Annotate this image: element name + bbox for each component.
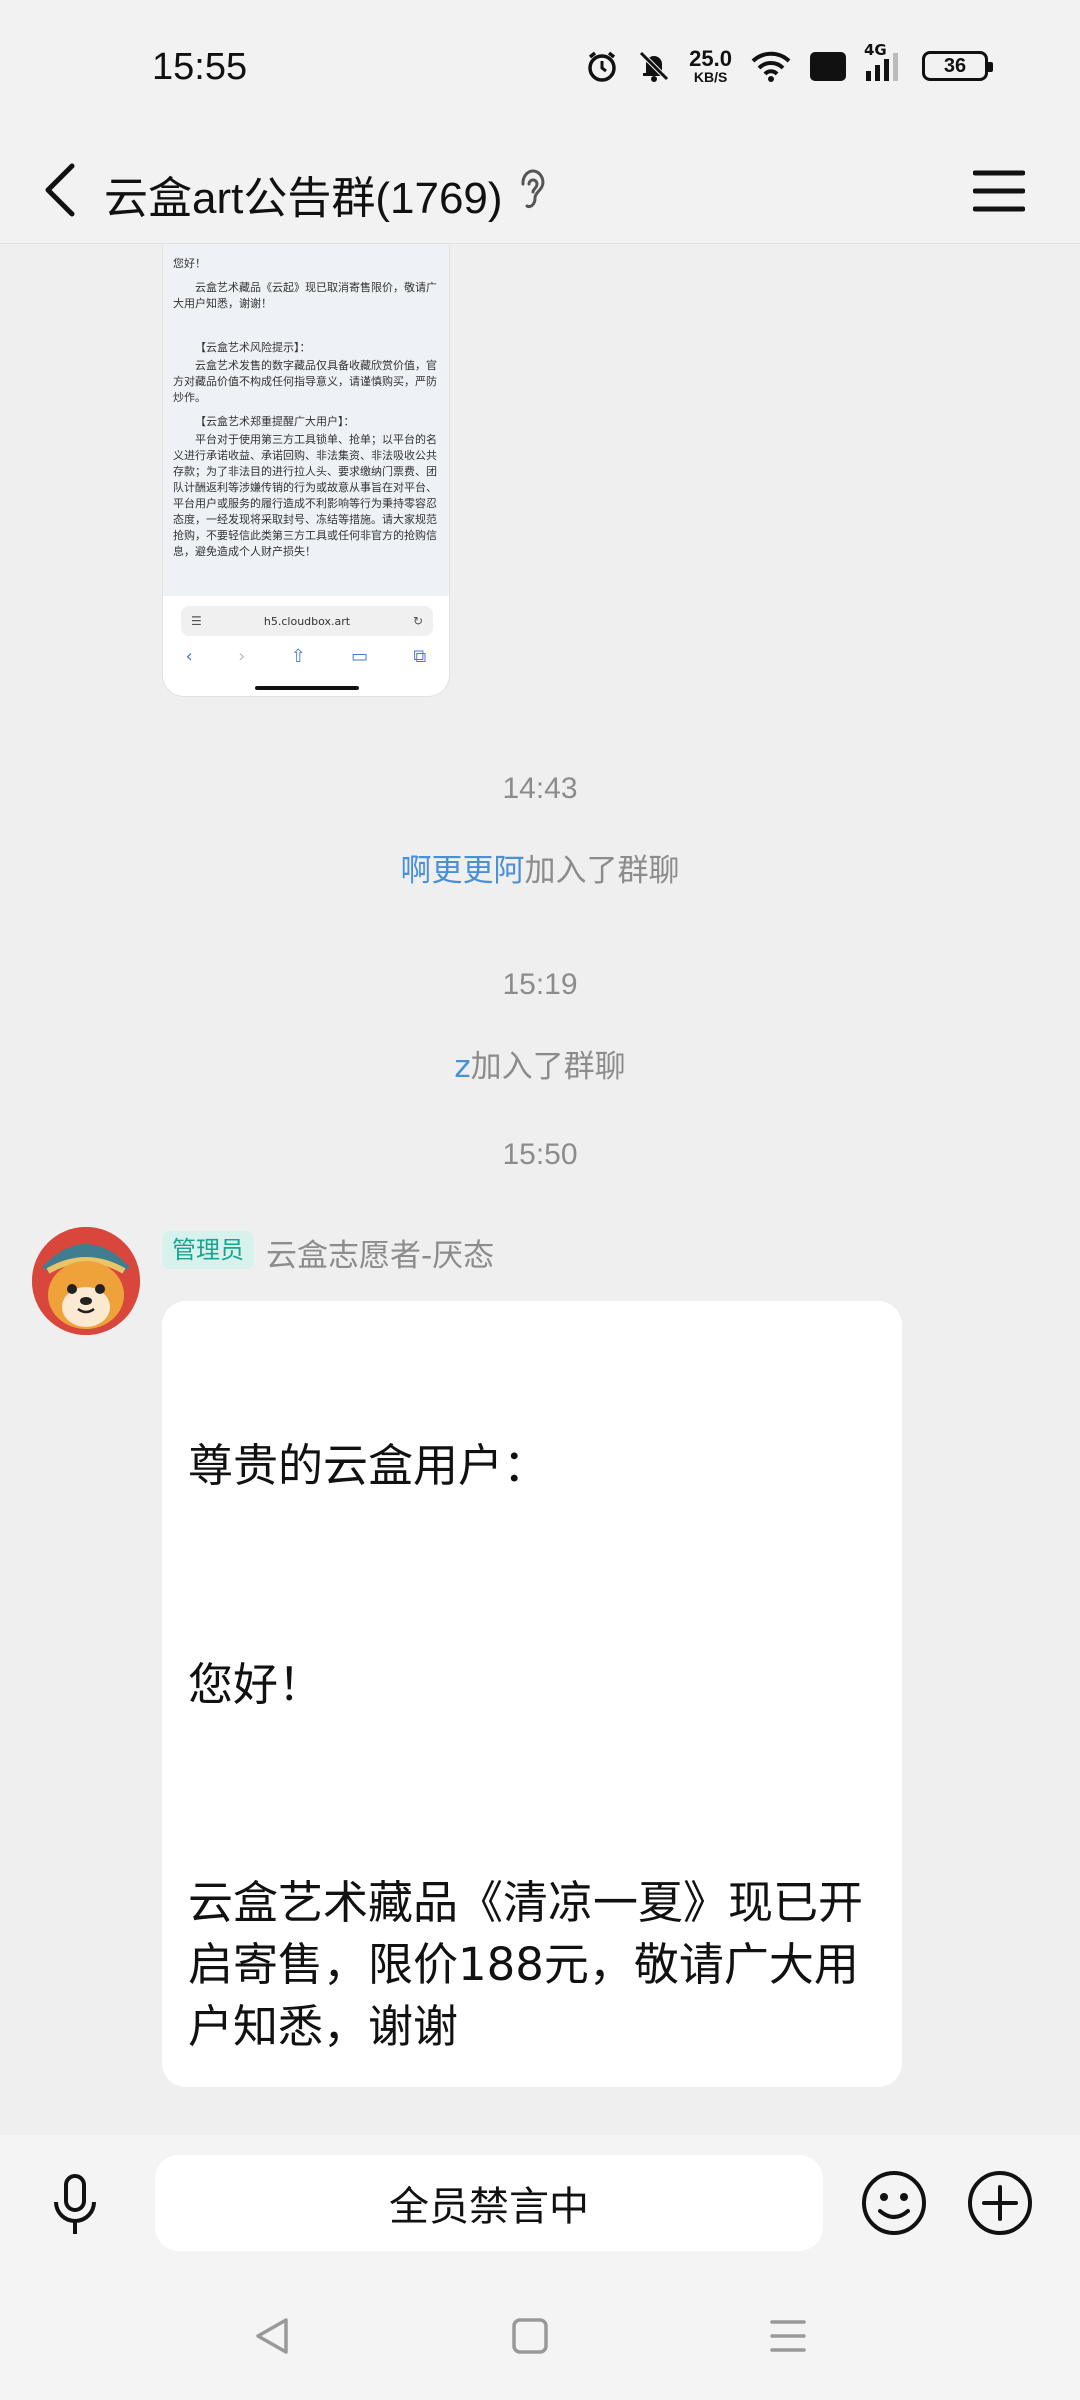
screenshot-line: 平台对于使用第三方工具锁单、抢单；以平台的名义进行承诺收益、承诺回购、非法集资、… — [173, 433, 437, 558]
mute-bell-icon — [637, 49, 671, 83]
plus-icon — [968, 2171, 1032, 2235]
screenshot-tabs-icon: ⧉ — [413, 646, 427, 667]
status-time: 15:55 — [152, 46, 248, 88]
battery-icon: 36 — [922, 51, 993, 81]
avatar[interactable] — [32, 1227, 140, 1335]
message-line: 启寄售，限价188元，敬请广大用 — [188, 1938, 859, 1991]
microphone-icon — [54, 2174, 96, 2234]
screenshot-forward-icon: › — [238, 646, 246, 667]
nav-home-button[interactable] — [500, 2306, 560, 2366]
timestamp: 15:50 — [502, 1138, 578, 1171]
alarm-icon — [585, 49, 619, 83]
nav-back-button[interactable] — [242, 2306, 302, 2366]
back-arrow-icon — [45, 163, 75, 217]
screenshot-text: 您好！ 云盒艺术藏品《云起》现已取消寄售限价，敬请广大用户知悉，谢谢！ 【云盒艺… — [163, 245, 449, 560]
message-line: 尊贵的云盒用户： — [188, 1439, 549, 1492]
screenshot-tab-icon: ☰ — [191, 614, 202, 628]
chat-title[interactable]: 云盒art公告群(1769) — [104, 162, 503, 226]
screenshot-browser-bar: ☰ h5.cloudbox.art ↻ ‹ › ⇧ ▭ ⧉ — [163, 596, 449, 696]
message-line: 您好！ — [188, 1658, 324, 1711]
voice-button[interactable] — [42, 2165, 108, 2245]
message-line: 云盒艺术藏品《清凉一夏》现已开 — [188, 1876, 864, 1929]
joined-user-link[interactable]: z — [454, 1049, 470, 1085]
message-line: 户知悉，谢谢 — [188, 2000, 459, 2053]
wifi-icon — [750, 49, 792, 83]
screenshot-url: h5.cloudbox.art — [263, 614, 351, 628]
menu-icon — [973, 170, 1025, 212]
screenshot-line: 云盒艺术发售的数字藏品仅具备收藏欣赏价值，官方对藏品价值不构成任何指导意义，请谨… — [173, 359, 437, 404]
status-bar: 15:55 25.0 KB/S HD 4G 36 — [0, 0, 1080, 140]
menu-button[interactable] — [966, 158, 1032, 224]
timestamp: 15:19 — [502, 968, 578, 1001]
shared-screenshot-image[interactable]: 您好！ 云盒艺术藏品《云起》现已取消寄售限价，敬请广大用户知悉，谢谢！ 【云盒艺… — [162, 245, 450, 697]
screenshot-home-indicator — [255, 686, 359, 690]
chat-header: 云盒art公告群(1769) — [0, 140, 1080, 244]
net-speed: 25.0 KB/S — [689, 46, 732, 85]
screenshot-back-icon: ‹ — [185, 646, 193, 667]
joined-user-link[interactable]: 啊更更阿 — [401, 853, 525, 889]
system-message-text: 加入了群聊 — [524, 853, 680, 889]
screenshot-reload-icon: ↻ — [412, 614, 423, 628]
ear-icon[interactable] — [515, 164, 549, 214]
system-message-text: 加入了群聊 — [470, 1049, 626, 1085]
system-nav-bar — [0, 2270, 1080, 2400]
message-bubble[interactable]: 尊贵的云盒用户： 您好！ 云盒艺术藏品《清凉一夏》现已开 启寄售，限价188元，… — [162, 1301, 902, 2087]
screenshot-share-icon: ⇧ — [290, 646, 306, 667]
emoji-button[interactable] — [858, 2167, 930, 2239]
screenshot-url-bar: ☰ h5.cloudbox.art ↻ — [181, 606, 433, 636]
admin-badge: 管理员 — [162, 1231, 254, 1269]
net-speed-value: 25.0 — [689, 46, 732, 71]
net-speed-unit: KB/S — [693, 69, 728, 85]
chat-area[interactable]: 您好！ 云盒艺术藏品《云起》现已取消寄售限价，敬请广大用户知悉，谢谢！ 【云盒艺… — [0, 245, 1080, 2135]
hd-badge: HD — [810, 51, 846, 81]
screenshot-line: 您好！ — [173, 257, 206, 270]
emoji-icon — [862, 2171, 926, 2235]
signal-label: 4G — [864, 41, 887, 59]
system-message: 啊更更阿加入了群聊 — [0, 845, 1080, 890]
nav-back-icon — [256, 2318, 288, 2354]
sender-name[interactable]: 云盒志愿者-厌态 — [266, 1230, 494, 1275]
battery-level: 36 — [943, 54, 967, 77]
input-bar: 全员禁言中 — [0, 2135, 1080, 2270]
signal-icon: 4G — [864, 41, 904, 83]
timestamp: 14:43 — [502, 772, 578, 805]
screenshot-bookmark-icon: ▭ — [351, 646, 369, 667]
more-button[interactable] — [964, 2167, 1036, 2239]
system-message: z加入了群聊 — [0, 1041, 1080, 1086]
status-icons: 25.0 KB/S HD 4G 36 — [585, 41, 993, 85]
nav-recents-icon — [770, 2320, 806, 2352]
muted-message-field: 全员禁言中 — [155, 2155, 823, 2251]
screenshot-line: 【云盒艺术风险提示】： — [195, 341, 311, 354]
nav-home-icon — [512, 2318, 548, 2354]
screenshot-line: 【云盒艺术郑重提醒广大用户】： — [195, 415, 355, 428]
back-button[interactable] — [30, 150, 90, 230]
screenshot-browser-nav: ‹ › ⇧ ▭ ⧉ — [163, 646, 449, 667]
screenshot-line: 云盒艺术藏品《云起》现已取消寄售限价，敬请广大用户知悉，谢谢！ — [173, 281, 437, 310]
nav-recents-button[interactable] — [758, 2306, 818, 2366]
